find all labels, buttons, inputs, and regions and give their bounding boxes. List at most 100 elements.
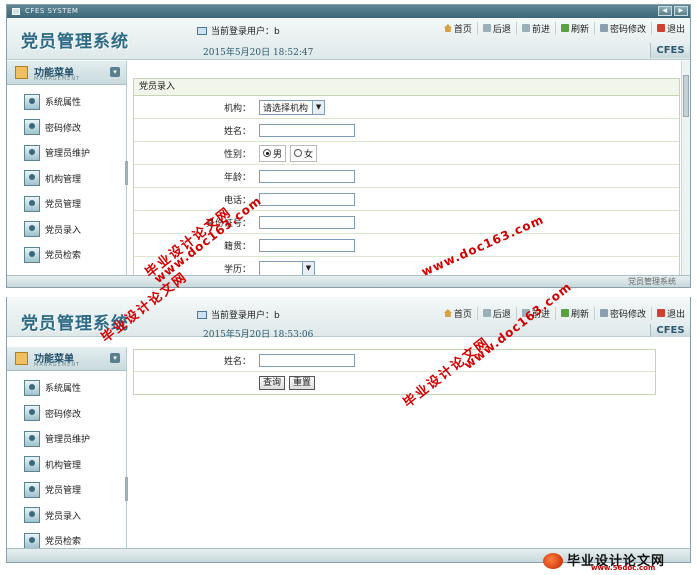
collapse-icon[interactable]: ▾ xyxy=(110,67,120,77)
back-button[interactable]: 后退 xyxy=(476,306,516,320)
current-user-label: 当前登录用户：b xyxy=(211,27,280,37)
sidebar-item-admin[interactable]: 管理员维护 xyxy=(7,426,126,452)
menu-icon xyxy=(15,352,28,365)
female-label: 女 xyxy=(304,149,314,160)
back-button[interactable]: 后退 xyxy=(476,21,516,35)
status-bar: 党员管理系统 xyxy=(7,275,690,287)
pencil-icon xyxy=(599,24,608,32)
prev-icon[interactable]: ◀ xyxy=(658,6,672,16)
sidebar-item-members[interactable]: 党员管理 xyxy=(7,191,126,217)
back-icon xyxy=(482,24,491,32)
male-label: 男 xyxy=(273,149,283,160)
next-icon[interactable]: ▶ xyxy=(674,6,688,16)
sidebar-item-change-password[interactable]: 密码修改 xyxy=(7,115,126,141)
native-input[interactable] xyxy=(259,238,355,252)
forward-button[interactable]: 前进 xyxy=(515,21,555,35)
menu-header: 功能菜单 MANAGEMENT ▾ xyxy=(7,61,126,85)
female-option[interactable]: 女 xyxy=(290,144,318,162)
collapse-icon[interactable]: ▾ xyxy=(110,353,120,363)
user-icon xyxy=(24,170,40,187)
sidebar-item-label: 党员管理 xyxy=(45,200,82,211)
user-icon xyxy=(24,144,40,161)
male-option[interactable]: 男 xyxy=(259,144,287,162)
user-icon xyxy=(24,532,40,549)
sidebar-item-label: 系统属性 xyxy=(45,98,82,109)
reset-button[interactable]: 重置 xyxy=(289,376,316,390)
sidebar-item-change-password[interactable]: 密码修改 xyxy=(7,401,126,427)
sidebar-item-member-search[interactable]: 党员检索 xyxy=(7,242,126,268)
org-select[interactable]: 请选择机构 ▼ xyxy=(259,99,326,115)
sidebar-item-admin[interactable]: 管理员维护 xyxy=(7,140,126,166)
home-label: 首页 xyxy=(453,24,472,35)
sidebar-item-label: 党员录入 xyxy=(45,511,82,522)
sidebar-scrollbar[interactable] xyxy=(125,477,128,501)
exit-button[interactable]: 退出 xyxy=(650,306,690,320)
sidebar-item-label: 机构管理 xyxy=(45,460,82,471)
search-name-label: 姓名： xyxy=(223,357,251,367)
current-user-label: 当前登录用户：b xyxy=(211,311,280,321)
monitor-icon xyxy=(197,26,207,35)
name-row: 姓名： xyxy=(134,119,679,142)
phone-label: 电话： xyxy=(223,195,251,206)
user-icon xyxy=(24,195,40,212)
name-input[interactable] xyxy=(259,123,355,137)
page-scrollbar[interactable] xyxy=(681,61,690,275)
change-password-button[interactable]: 密码修改 xyxy=(593,21,651,35)
chevron-down-icon: ▼ xyxy=(302,262,314,275)
sidebar-item-label: 系统属性 xyxy=(45,384,82,395)
chevron-down-icon: ▼ xyxy=(312,100,325,114)
menu-header: 功能菜单 MANAGEMENT ▾ xyxy=(7,347,126,371)
sidebar-item-label: 密码修改 xyxy=(45,409,82,420)
menu-list: 系统属性 密码修改 管理员维护 机构管理 党员管理 党员录入 党员检索 xyxy=(7,371,126,554)
home-icon xyxy=(443,309,452,317)
menu-subtitle: MANAGEMENT xyxy=(34,76,81,82)
main-content: 姓名： 查询 重置 xyxy=(133,349,656,395)
sidebar-item-label: 管理员维护 xyxy=(45,435,91,446)
exit-icon xyxy=(656,309,665,317)
home-button[interactable]: 首页 xyxy=(439,22,477,35)
back-label: 后退 xyxy=(492,24,511,35)
age-input[interactable] xyxy=(259,169,355,183)
app-title: 党员管理系统 xyxy=(21,32,129,52)
change-password-label: 密码修改 xyxy=(609,309,646,320)
forward-icon xyxy=(521,24,530,32)
sidebar: 功能菜单 MANAGEMENT ▾ 系统属性 密码修改 管理员维护 机构管理 党… xyxy=(7,347,128,549)
user-icon xyxy=(24,430,40,447)
query-button[interactable]: 查询 xyxy=(259,376,286,390)
toolbar: 首页 后退 前进 刷新 密码修改 退出 xyxy=(439,305,690,321)
sidebar-item-system-attributes[interactable]: 系统属性 xyxy=(7,89,126,115)
sidebar-item-org[interactable]: 机构管理 xyxy=(7,452,126,478)
refresh-button[interactable]: 刷新 xyxy=(554,306,594,320)
search-name-row: 姓名： xyxy=(134,350,655,372)
monitor-icon xyxy=(197,310,207,319)
phone-input[interactable] xyxy=(259,192,355,206)
sidebar-item-member-entry[interactable]: 党员录入 xyxy=(7,217,126,243)
sidebar-item-members[interactable]: 党员管理 xyxy=(7,477,126,503)
sidebar-item-system-attributes[interactable]: 系统属性 xyxy=(7,375,126,401)
back-label: 后退 xyxy=(492,309,511,320)
sidebar-item-org[interactable]: 机构管理 xyxy=(7,166,126,192)
user-icon xyxy=(24,93,40,110)
female-radio[interactable] xyxy=(294,149,303,157)
age-row: 年龄： xyxy=(134,165,679,188)
exit-button[interactable]: 退出 xyxy=(650,21,690,35)
change-password-button[interactable]: 密码修改 xyxy=(593,306,651,320)
name-label: 姓名： xyxy=(223,126,251,137)
id-card-input[interactable] xyxy=(259,215,355,229)
education-select[interactable]: ▼ xyxy=(259,261,315,276)
gender-label: 性别： xyxy=(223,149,251,160)
sidebar-item-member-entry[interactable]: 党员录入 xyxy=(7,503,126,529)
home-button[interactable]: 首页 xyxy=(439,307,477,320)
refresh-button[interactable]: 刷新 xyxy=(554,21,594,35)
search-name-input[interactable] xyxy=(259,354,355,367)
menu-icon xyxy=(15,66,28,79)
org-row: 机构： 请选择机构 ▼ xyxy=(134,96,679,119)
panel-title: 党员录入 xyxy=(134,79,679,96)
scrollbar-thumb[interactable] xyxy=(683,75,689,117)
user-icon xyxy=(24,246,40,263)
sidebar-scrollbar[interactable] xyxy=(125,161,128,185)
male-radio[interactable] xyxy=(263,149,271,157)
sidebar-item-label: 党员管理 xyxy=(45,486,82,497)
user-icon xyxy=(24,119,40,136)
user-icon xyxy=(24,456,40,473)
